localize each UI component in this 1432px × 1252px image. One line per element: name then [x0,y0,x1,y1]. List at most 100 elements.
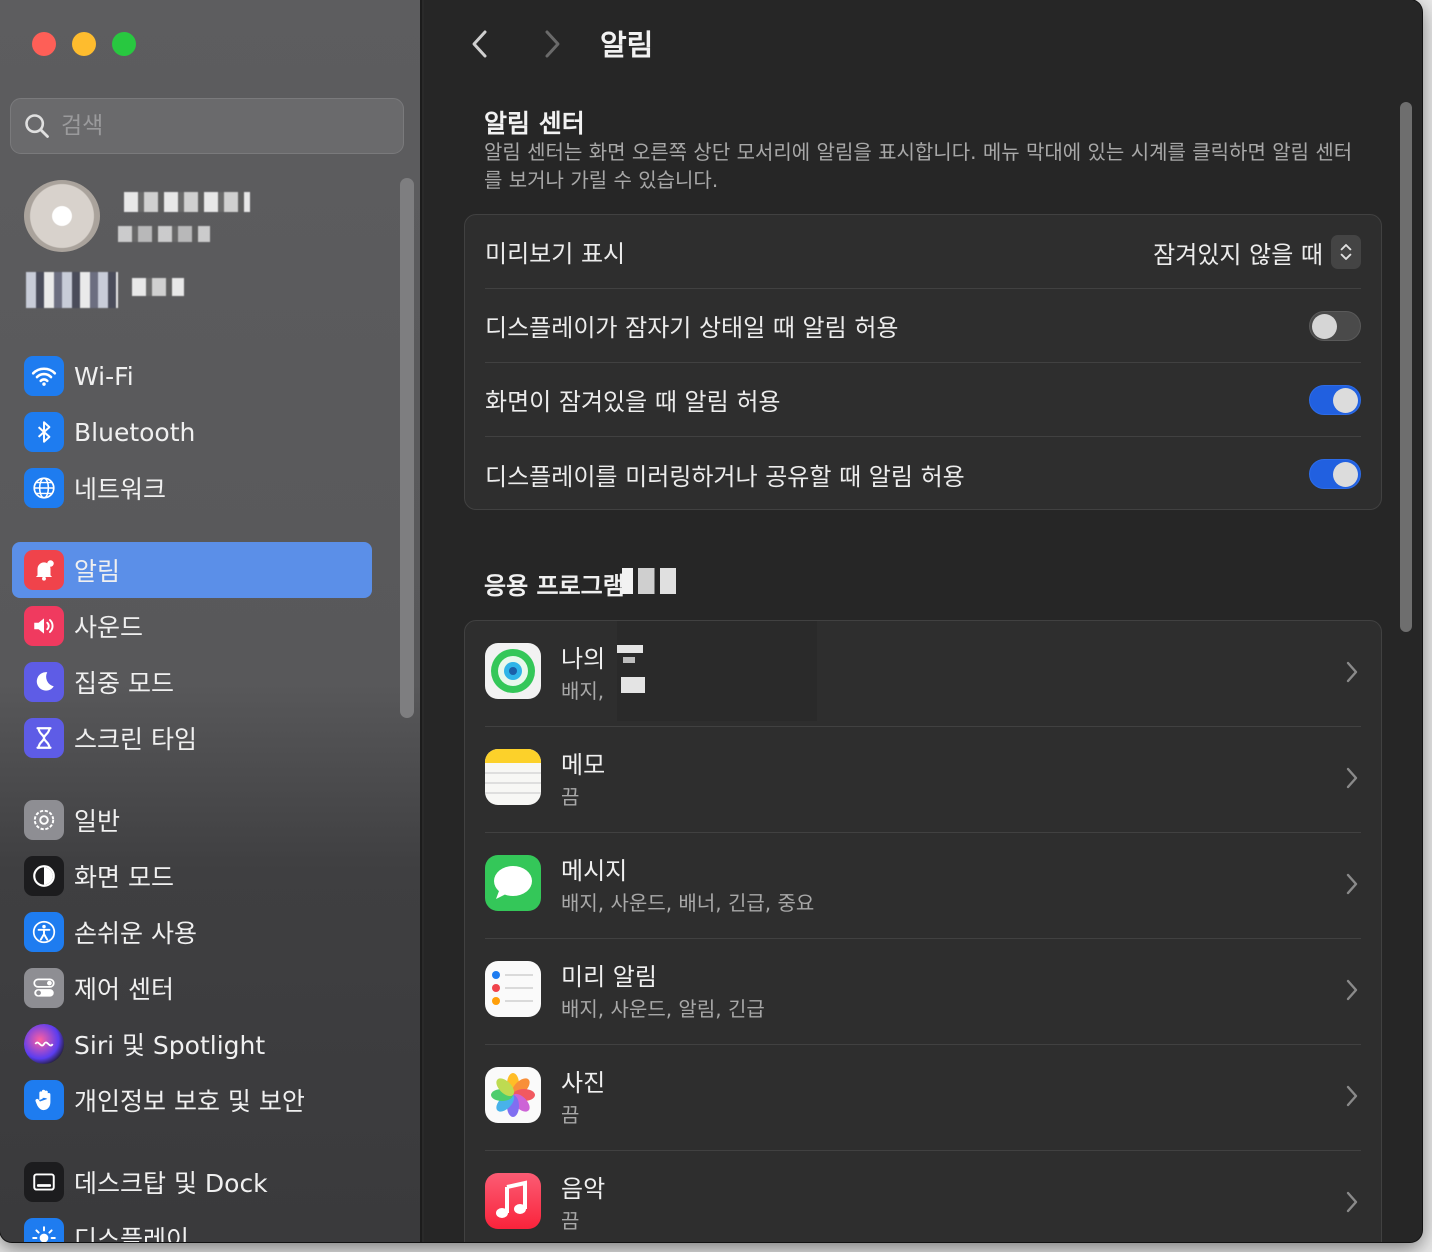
settings-window: Wi-Fi Bluetooth 네트워크 알림 [0,0,1422,1242]
sidebar-item-accessibility[interactable]: 손쉬운 사용 [12,904,372,960]
sidebar: Wi-Fi Bluetooth 네트워크 알림 [0,0,422,1242]
sidebar-item-label: 일반 [74,807,121,836]
locked-notifications-toggle[interactable] [1309,385,1361,415]
app-row-messages[interactable]: 메시지 배지, 사운드, 배너, 긴급, 중요 [485,833,1361,939]
preview-popup[interactable]: 잠겨있지 않을 때 [1153,215,1361,289]
setting-label: 화면이 잠겨있을 때 알림 허용 [485,388,781,416]
sidebar-item-label: 스크린 타임 [74,725,197,754]
appearance-icon [24,856,64,896]
redacted-family-avatars [26,272,118,308]
globe-icon [24,468,64,508]
minimize-window-button[interactable] [72,32,96,56]
sidebar-item-label: 알림 [74,557,121,586]
search-field[interactable] [10,98,404,154]
app-alert-style: 끔 [561,1209,580,1233]
photos-icon [485,1067,541,1123]
accessibility-icon [24,912,64,952]
notification-center-description: 알림 센터는 화면 오른쪽 상단 모서리에 알림을 표시합니다. 메뉴 막대에 … [484,140,1353,192]
sidebar-item-label: 개인정보 보호 및 보안 [74,1087,305,1116]
app-name: 미리 알림 [561,963,657,991]
app-row-music[interactable]: 음악 끔 [485,1151,1361,1242]
back-button[interactable] [462,24,498,64]
sidebar-item-appearance[interactable]: 화면 모드 [12,848,372,904]
forward-button[interactable] [534,24,570,64]
sidebar-item-label: 집중 모드 [74,669,174,698]
sidebar-item-wifi[interactable]: Wi-Fi [12,348,372,404]
hand-icon [24,1080,64,1120]
sidebar-item-label: 디스플레이 [74,1225,190,1242]
applications-title: 응용 프로그램 [484,572,625,600]
preview-popup-value: 잠겨있지 않을 때 [1153,240,1323,269]
speaker-icon [24,606,64,646]
main-scrollbar-thumb[interactable] [1400,102,1412,632]
sidebar-item-label: Bluetooth [74,417,196,447]
main-scrollbar[interactable] [1398,96,1412,1242]
sidebar-item-controlcenter[interactable]: 제어 센터 [12,960,372,1016]
setting-row-preview: 미리보기 표시 잠겨있지 않을 때 [485,215,1361,289]
bluetooth-icon [24,412,64,452]
sidebar-group-desktop: 데스크탑 및 Dock 디스플레이 [12,1154,372,1242]
sidebar-scrollbar[interactable] [400,178,414,718]
sidebar-item-siri[interactable]: Siri 및 Spotlight [12,1016,372,1072]
app-name: 메모 [561,751,606,779]
chevron-right-icon [1346,661,1358,683]
gear-icon [24,800,64,840]
app-row-notes[interactable]: 메모 끔 [485,727,1361,833]
chevron-right-icon [1346,873,1358,895]
app-row-photos[interactable]: 사진 끔 [485,1045,1361,1151]
sidebar-item-network[interactable]: 네트워크 [12,460,372,516]
setting-row-locked: 화면이 잠겨있을 때 알림 허용 [485,363,1361,437]
notification-center-title: 알림 센터 [484,109,585,138]
sidebar-item-label: 화면 모드 [74,863,174,892]
setting-label: 디스플레이를 미러링하거나 공유할 때 알림 허용 [485,462,965,491]
redacted-account-name [124,192,250,212]
wifi-icon [24,356,64,396]
setting-label: 미리보기 표시 [485,240,626,268]
redacted-family-label [132,278,184,296]
app-name: 메시지 [561,857,628,885]
sidebar-group-network: Wi-Fi Bluetooth 네트워크 [12,348,372,516]
sidebar-item-label: 손쉬운 사용 [74,919,197,948]
sidebar-item-general[interactable]: 일반 [12,792,372,848]
bell-icon [24,550,64,590]
sidebar-item-bluetooth[interactable]: Bluetooth [12,404,372,460]
app-name: 나의 [561,645,606,673]
sidebar-item-focus[interactable]: 집중 모드 [12,654,372,710]
mirroring-notifications-toggle[interactable] [1309,459,1361,489]
zoom-window-button[interactable] [112,32,136,56]
music-icon [485,1173,541,1229]
sidebar-item-label: Siri 및 Spotlight [74,1031,266,1060]
apple-account-profile[interactable] [24,180,384,320]
sleep-notifications-toggle[interactable] [1309,311,1361,341]
app-row-findmy[interactable]: 나의 배지, [485,621,1361,727]
chevron-right-icon [545,30,560,58]
page-title: 알림 [600,28,654,62]
app-alert-style: 배지, 사운드, 배너, 긴급, 중요 [561,891,815,915]
sidebar-item-screentime[interactable]: 스크린 타임 [12,710,372,766]
findmy-icon [485,643,541,699]
app-row-reminders[interactable]: 미리 알림 배지, 사운드, 알림, 긴급 [485,939,1361,1045]
main-pane: 알림 알림 센터 알림 센터는 화면 오른쪽 상단 모서리에 알림을 표시합니다… [424,0,1422,1242]
sidebar-item-privacy[interactable]: 개인정보 보호 및 보안 [12,1072,372,1128]
sidebar-item-displays[interactable]: 디스플레이 [12,1210,372,1242]
sidebar-item-notifications[interactable]: 알림 [12,542,372,598]
chevron-right-icon [1346,767,1358,789]
sidebar-item-sound[interactable]: 사운드 [12,598,372,654]
chevron-right-icon [1346,979,1358,1001]
sidebar-item-label: 사운드 [74,613,144,642]
sidebar-item-label: Wi-Fi [74,361,134,391]
close-window-button[interactable] [32,32,56,56]
sidebar-item-label: 제어 센터 [74,975,174,1004]
search-icon [25,114,49,138]
setting-label: 디스플레이가 잠자기 상태일 때 알림 허용 [485,314,899,342]
applications-list: 나의 배지, 메모 끔 메시지 배지, 사운드, 배너, 긴급, 중요 미리 알… [464,620,1382,1242]
app-alert-style: 끔 [561,785,580,809]
redacted-region [617,621,817,721]
sidebar-item-label: 네트워크 [74,475,167,504]
messages-icon [485,855,541,911]
search-input[interactable] [61,113,381,139]
app-alert-style: 배지, [561,679,605,703]
sidebar-item-desktop[interactable]: 데스크탑 및 Dock [12,1154,372,1210]
toggle-knob [1333,462,1358,487]
toggle-knob [1333,388,1358,413]
